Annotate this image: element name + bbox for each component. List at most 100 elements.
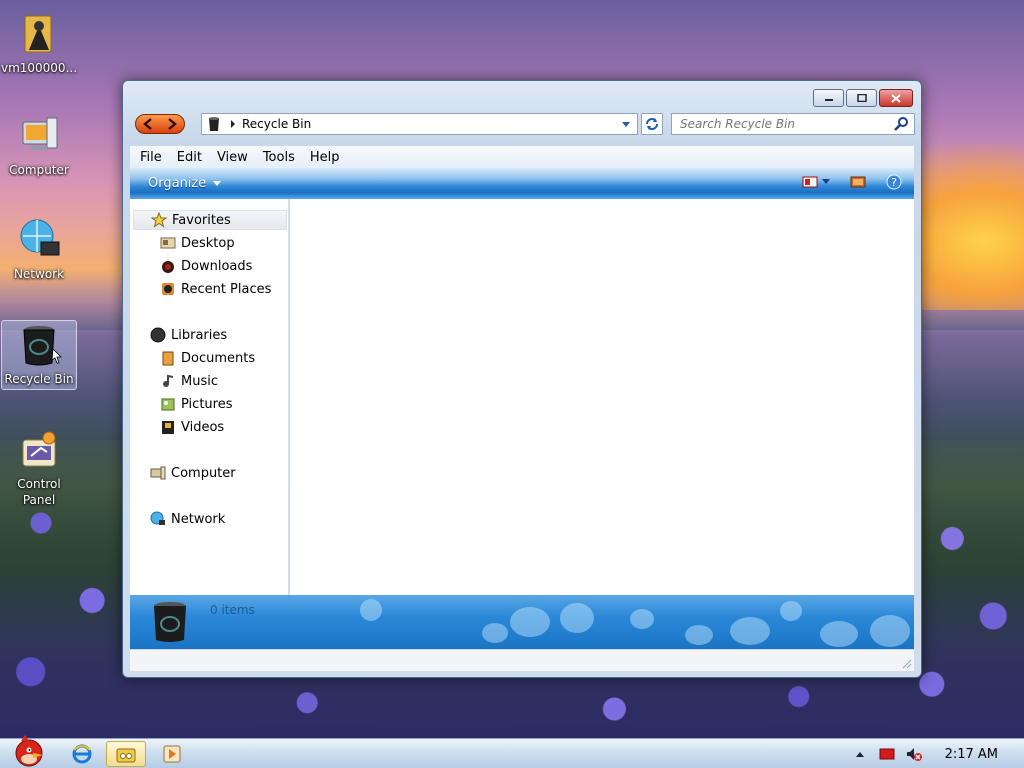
videos-icon [160,419,176,435]
command-bar-right: ? [802,174,902,190]
decor-bubble [820,621,858,647]
menu-help[interactable]: Help [310,150,340,165]
star-icon [151,212,167,228]
maximize-icon [856,94,867,102]
chevron-down-icon [822,179,830,184]
folder-icon [116,748,136,763]
internet-explorer-icon [72,744,92,764]
explorer-window: Recycle Bin File Edit View Tools Help Or… [122,80,922,678]
documents-icon [160,350,176,366]
start-button[interactable] [4,735,50,767]
view-options-icon [802,176,818,188]
arrow-left-icon [143,118,152,130]
decor-bubble [730,617,770,645]
chevron-up-icon[interactable] [855,750,865,758]
decor-bubble [870,615,910,647]
taskbar-media-player[interactable] [152,741,192,767]
decor-bubble [510,607,550,637]
change-view-button[interactable] [802,176,830,188]
decor-bubble [560,603,594,633]
details-pane: 0 items [130,595,914,649]
nav-downloads[interactable]: Downloads [160,256,252,276]
menu-view[interactable]: View [217,150,248,165]
downloads-icon [160,258,176,274]
preview-pane-icon[interactable] [850,176,866,188]
desktop-icon-computer[interactable]: Computer [0,112,78,178]
status-bar [130,649,914,671]
close-icon [891,93,901,103]
item-count: 0 items [210,603,255,617]
recycle-bin-icon [154,602,186,642]
taskbar: 2:17 AM [0,735,1024,768]
desktop-icon-vm[interactable]: vm100000... [0,10,78,76]
search-input[interactable] [680,114,892,134]
nav-recent-places[interactable]: Recent Places [160,279,271,299]
music-icon [160,373,176,389]
folder-icon [24,15,52,53]
decor-bubble [360,599,382,621]
decor-bubble [780,601,802,621]
arrow-right-icon [168,118,177,130]
network-icon [20,219,60,256]
navigation-pane: Favorites Desktop Downloads Recent Place… [130,199,289,595]
desktop-icon-control-panel[interactable]: Control Panel [0,426,78,508]
nav-documents[interactable]: Documents [160,348,255,368]
file-list-area[interactable] [290,199,914,595]
angry-bird-icon [15,735,43,767]
recycle-bin-icon [23,326,62,366]
minimize-button[interactable] [813,89,844,107]
desktop-icon-recycle-bin[interactable]: Recycle Bin [1,320,77,390]
recent-places-icon [160,281,176,297]
nav-videos[interactable]: Videos [160,417,224,437]
decor-bubble [630,609,654,629]
volume-muted-icon[interactable] [905,746,923,762]
nav-computer[interactable]: Computer [150,463,236,483]
navigation-row: Recycle Bin [135,113,915,137]
desktop-icon-network[interactable]: Network [0,216,78,282]
back-button[interactable] [136,115,160,133]
chevron-down-icon [213,180,222,186]
media-player-icon [163,745,181,763]
refresh-icon [646,118,658,130]
libraries-icon [150,327,166,343]
resize-grip-icon[interactable] [902,659,912,669]
address-text: Recycle Bin [242,117,312,131]
clock[interactable]: 2:17 AM [945,747,998,762]
maximize-button[interactable] [846,89,877,107]
desktop-icon [160,235,176,251]
action-center-icon[interactable] [879,747,895,761]
taskbar-windows-explorer[interactable] [106,741,146,767]
menu-bar: File Edit View Tools Help [130,146,914,168]
nav-network[interactable]: Network [150,509,225,529]
computer-icon [22,117,58,150]
nav-libraries[interactable]: Libraries [150,325,227,345]
close-button[interactable] [879,89,913,107]
search-box[interactable] [671,113,915,135]
nav-arrows [135,114,185,134]
control-panel-icon [22,431,56,467]
caption-buttons [813,89,913,107]
refresh-button[interactable] [641,113,663,135]
breadcrumb-arrow-icon[interactable] [228,119,238,129]
help-icon[interactable]: ? [886,174,902,190]
taskbar-internet-explorer[interactable] [62,741,102,767]
menu-edit[interactable]: Edit [177,150,202,165]
decor-bubble [685,625,713,645]
nav-music[interactable]: Music [160,371,218,391]
menu-tools[interactable]: Tools [263,150,295,165]
nav-favorites[interactable]: Favorites [133,210,287,230]
command-bar: Organize ? [130,168,914,199]
svg-text:?: ? [891,176,897,189]
chevron-down-icon[interactable] [621,119,631,129]
system-tray: 2:17 AM [855,739,1024,768]
organize-button[interactable]: Organize [148,176,222,191]
menu-file[interactable]: File [140,150,162,165]
forward-button[interactable] [160,115,184,133]
decor-bubble [482,623,508,643]
nav-pictures[interactable]: Pictures [160,394,232,414]
address-bar[interactable]: Recycle Bin [201,113,638,135]
minimize-icon [824,99,833,101]
search-icon[interactable] [894,116,910,132]
nav-desktop[interactable]: Desktop [160,233,235,253]
recycle-bin-icon [209,117,219,131]
